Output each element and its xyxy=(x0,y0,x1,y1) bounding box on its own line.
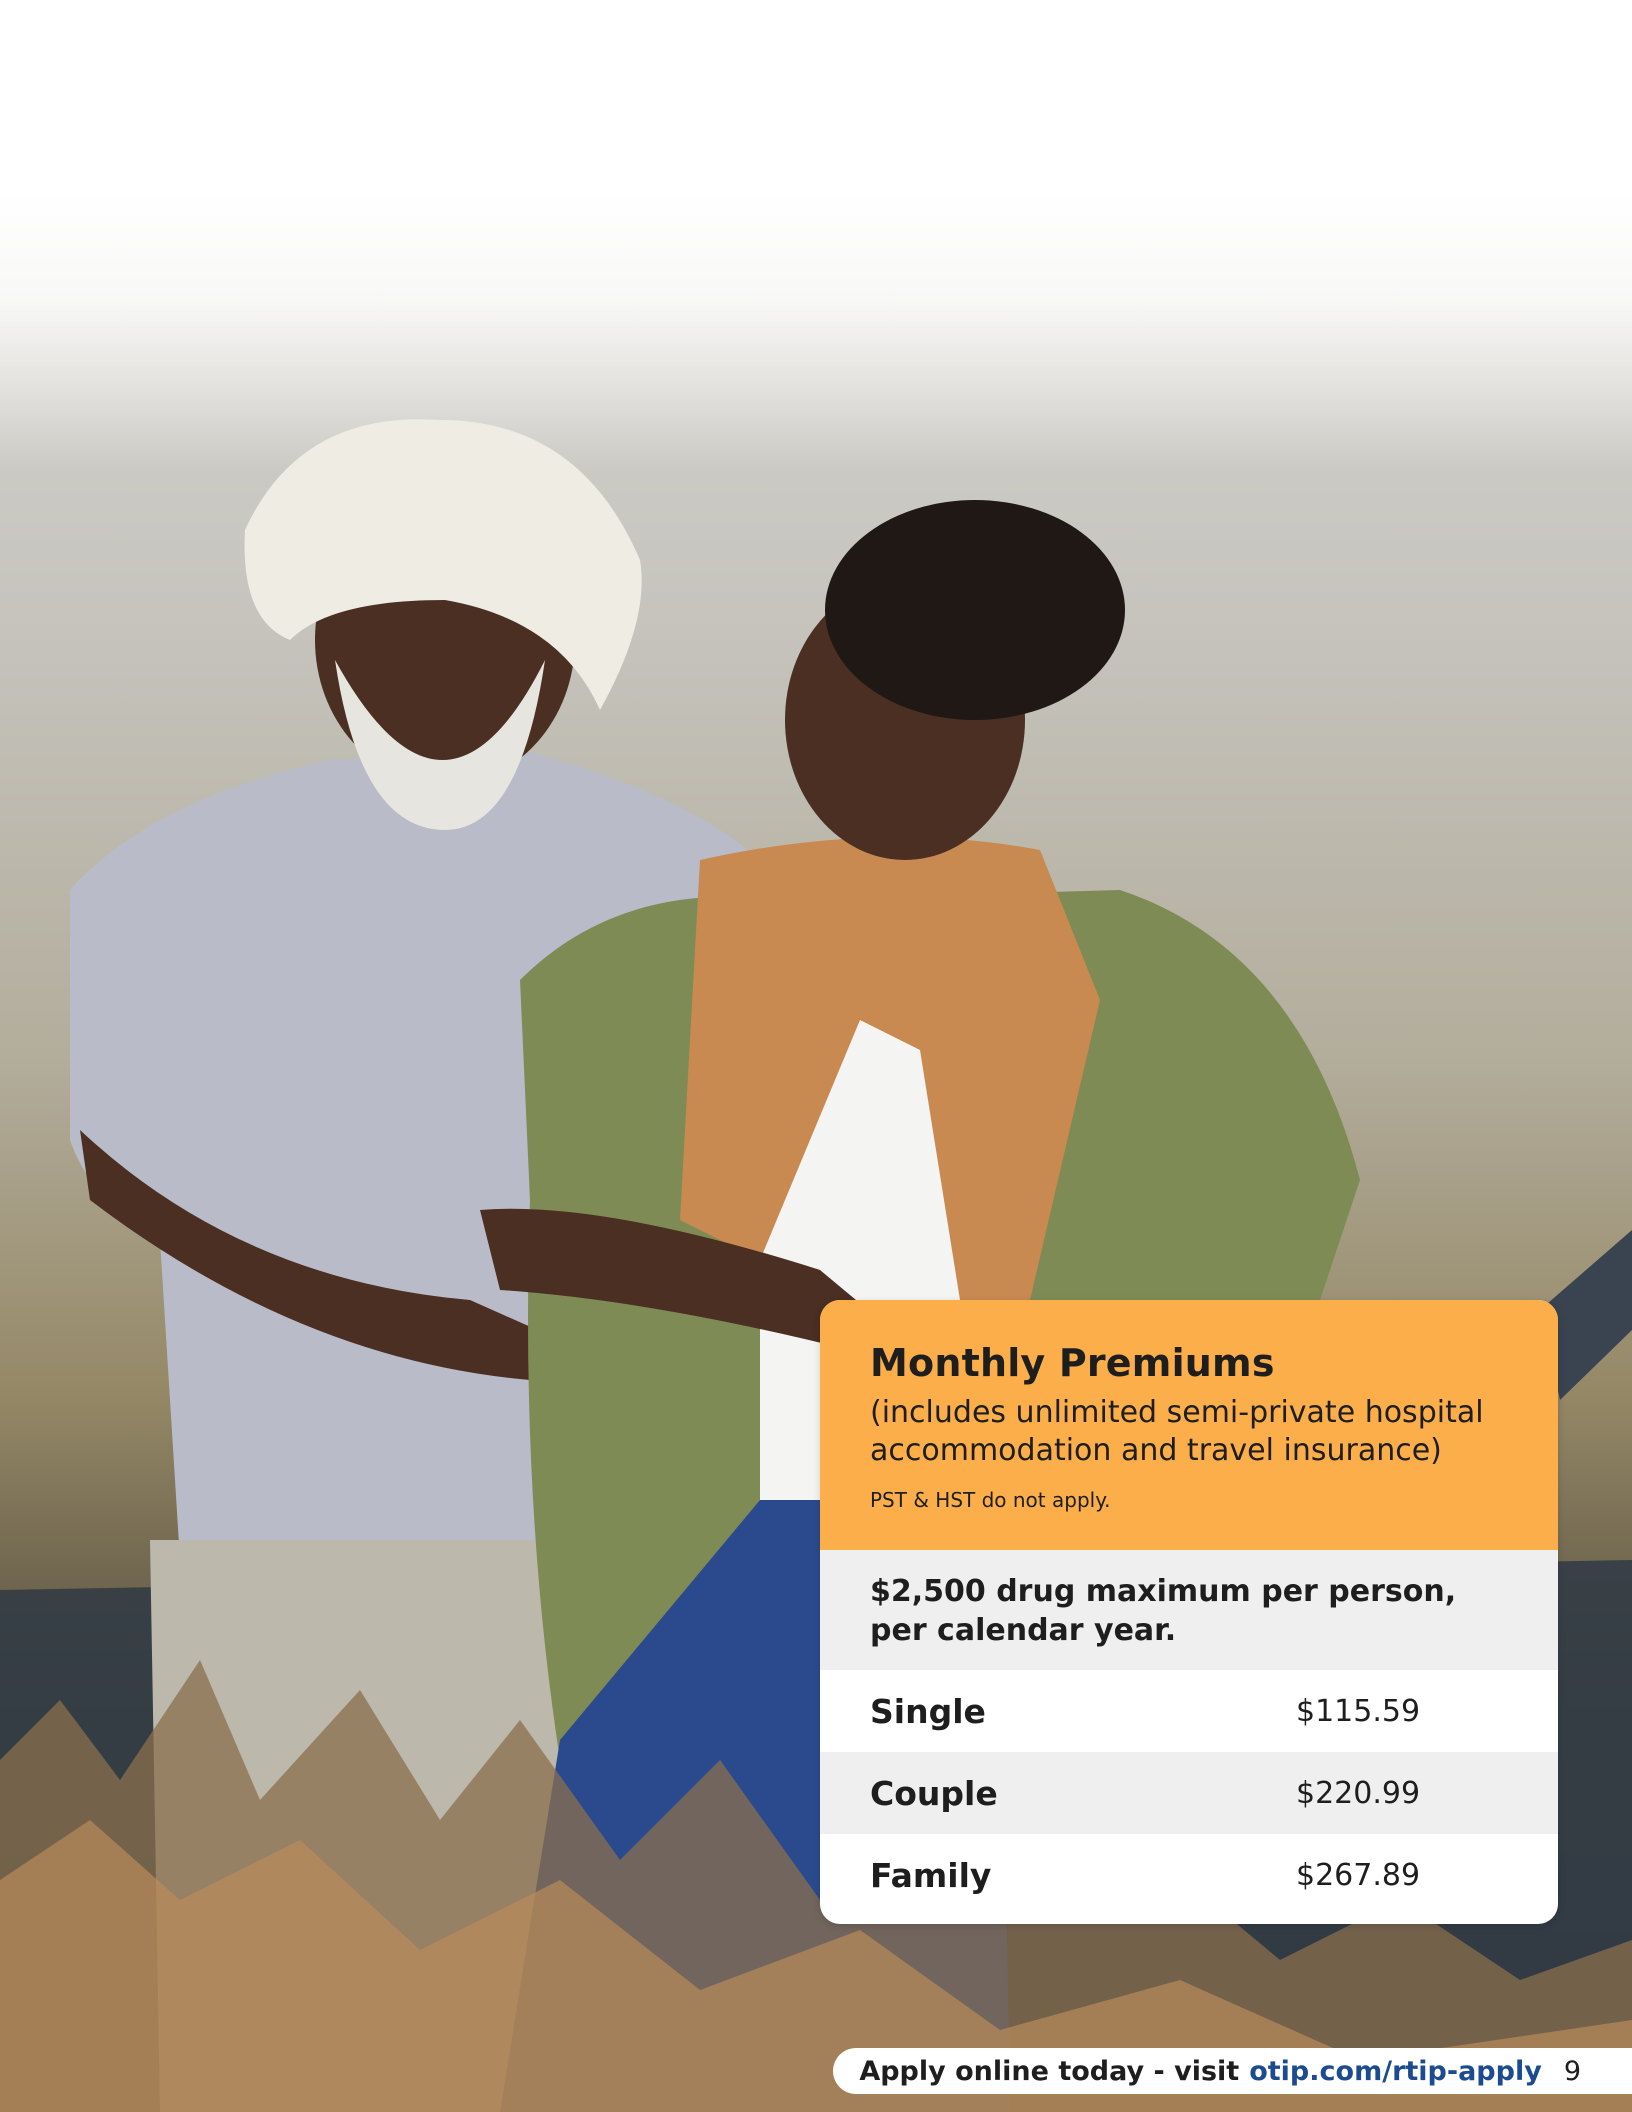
rate-row-family: Family $267.89 xyxy=(820,1834,1558,1916)
premiums-subtitle: (includes unlimited semi-private hospita… xyxy=(870,1395,1484,1468)
tax-note: PST & HST do not apply. xyxy=(870,1488,1111,1512)
apply-link[interactable]: otip.com/rtip-apply xyxy=(1249,2056,1542,2087)
rate-label: Family xyxy=(870,1855,992,1895)
footer-cta: Apply online today - visit xyxy=(859,2055,1240,2087)
premiums-card: Monthly Premiums (includes unlimited sem… xyxy=(820,1300,1558,1924)
rate-label: Single xyxy=(870,1691,986,1731)
premiums-title: Monthly Premiums xyxy=(870,1341,1275,1385)
page-number: 9 xyxy=(1563,2055,1581,2087)
premiums-card-header: Monthly Premiums (includes unlimited sem… xyxy=(820,1300,1558,1550)
rate-row-single: Single $115.59 xyxy=(820,1670,1558,1752)
drug-maximum-row: $2,500 drug maximum per person, per cale… xyxy=(820,1550,1558,1670)
rate-label: Couple xyxy=(870,1773,998,1813)
rate-value: $115.59 xyxy=(1296,1693,1421,1729)
rate-value: $220.99 xyxy=(1296,1775,1421,1811)
page-footer: Apply online today - visit otip.com/rtip… xyxy=(833,2048,1632,2094)
rate-row-couple: Couple $220.99 xyxy=(820,1752,1558,1834)
rate-value: $267.89 xyxy=(1296,1857,1421,1893)
